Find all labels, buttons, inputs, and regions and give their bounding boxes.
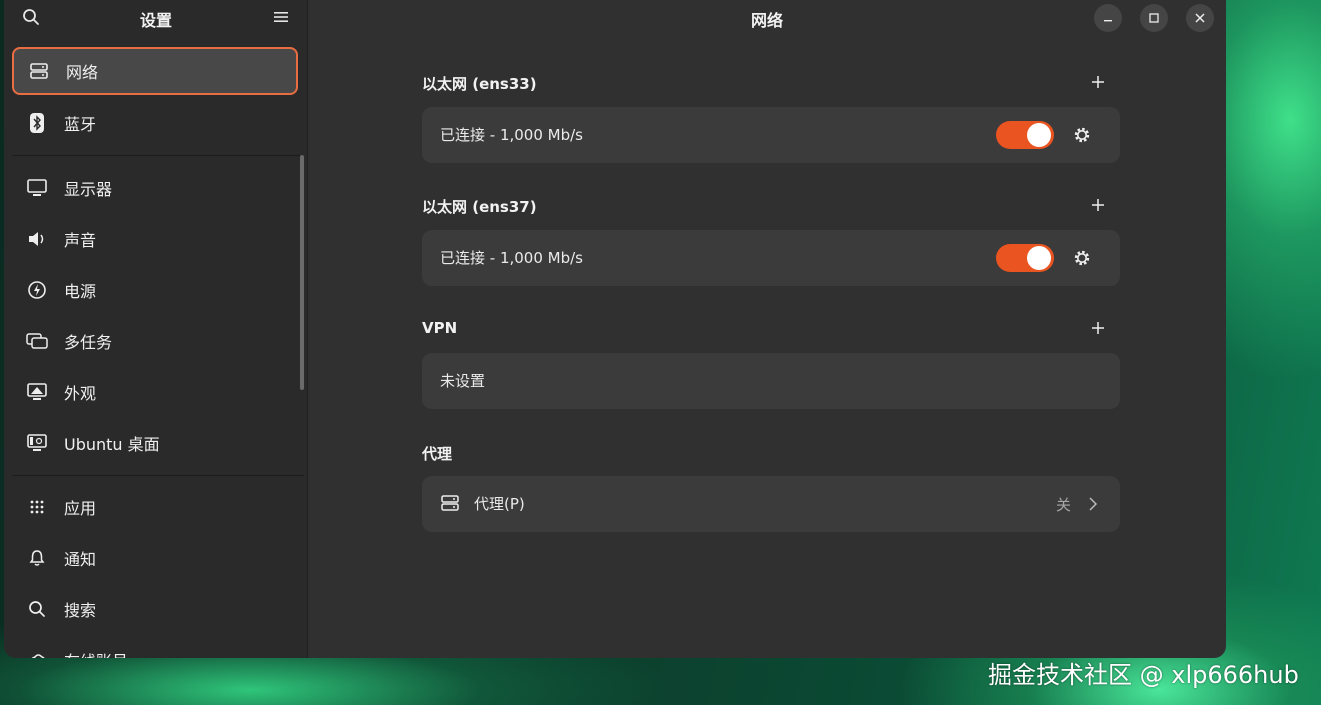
close-icon xyxy=(1195,13,1205,23)
settings-window: 设置 网络 蓝牙 显示器 声音 电源 多任务 外观 Ubuntu 桌面 应用 通… xyxy=(4,0,1226,658)
plus-icon xyxy=(1092,322,1104,334)
minimize-button[interactable] xyxy=(1094,4,1122,32)
proxy-row[interactable]: 代理(P) 关 xyxy=(422,476,1120,532)
connection-status: 已连接 - 1,000 Mb/s xyxy=(440,249,583,267)
bell-icon xyxy=(26,547,48,569)
sidebar-item-search[interactable]: 搜索 xyxy=(12,585,298,633)
sidebar-title: 设置 xyxy=(139,11,172,30)
search-icon xyxy=(26,598,48,620)
add-vpn-button[interactable] xyxy=(1086,316,1110,340)
bluetooth-icon xyxy=(26,112,48,134)
power-icon xyxy=(26,279,48,301)
ubuntu-desktop-icon xyxy=(26,432,48,454)
ethernet-ens33-toggle[interactable] xyxy=(996,121,1054,149)
sidebar-item-appearance[interactable]: 外观 xyxy=(12,368,298,416)
sidebar-item-bluetooth[interactable]: 蓝牙 xyxy=(12,99,298,147)
ethernet-ens33-row: 已连接 - 1,000 Mb/s xyxy=(422,107,1120,163)
toggle-knob xyxy=(1027,246,1051,270)
sidebar-item-notifications[interactable]: 通知 xyxy=(12,534,298,582)
sidebar-item-label: 通知 xyxy=(64,550,97,569)
ethernet-ens37-row: 已连接 - 1,000 Mb/s xyxy=(422,230,1120,286)
add-ethernet-ens33-button[interactable] xyxy=(1086,70,1110,94)
online-accounts-icon xyxy=(26,649,48,658)
network-icon xyxy=(440,493,460,513)
minimize-icon xyxy=(1104,20,1112,22)
sidebar-item-label: 搜索 xyxy=(64,601,97,620)
sidebar-item-sound[interactable]: 声音 xyxy=(12,215,298,263)
plus-icon xyxy=(1092,76,1104,88)
network-icon xyxy=(28,60,50,82)
section-title-ethernet-ens33: 以太网 (ens33) xyxy=(422,75,537,93)
sidebar-item-display[interactable]: 显示器 xyxy=(12,164,298,212)
sidebar-item-label: 多任务 xyxy=(64,333,113,352)
close-button[interactable] xyxy=(1186,4,1214,32)
ethernet-ens37-toggle[interactable] xyxy=(996,244,1054,272)
sidebar-item-label: 网络 xyxy=(66,63,99,82)
sidebar-item-label: 显示器 xyxy=(64,180,113,199)
sidebar-item-network[interactable]: 网络 xyxy=(12,47,298,95)
sidebar-item-label: 在线账号 xyxy=(64,648,128,658)
watermark: 掘金技术社区 @ xlp666hub xyxy=(988,661,1299,689)
sidebar-item-ubuntu-desktop[interactable]: Ubuntu 桌面 xyxy=(12,419,298,467)
plus-icon xyxy=(1092,199,1104,211)
maximize-icon xyxy=(1149,13,1159,23)
sidebar-item-online-accounts[interactable]: 在线账号 xyxy=(12,636,298,658)
display-icon xyxy=(26,177,48,199)
sidebar-item-label: Ubuntu 桌面 xyxy=(64,435,160,454)
sidebar-header: 设置 xyxy=(4,0,308,36)
gear-icon[interactable] xyxy=(1070,246,1094,270)
section-title-ethernet-ens37: 以太网 (ens37) xyxy=(422,198,537,216)
sidebar-item-label: 蓝牙 xyxy=(64,115,97,134)
toggle-knob xyxy=(1027,123,1051,147)
main-panel: 网络 以太网 (ens33) 已连接 - 1,000 Mb/s 以太网 (ens… xyxy=(308,0,1226,658)
vpn-row: 未设置 xyxy=(422,353,1120,409)
add-ethernet-ens37-button[interactable] xyxy=(1086,193,1110,217)
sidebar-item-label: 电源 xyxy=(64,282,97,301)
sidebar-item-label: 声音 xyxy=(64,231,97,250)
sidebar: 设置 网络 蓝牙 显示器 声音 电源 多任务 外观 Ubuntu 桌面 应用 通… xyxy=(4,0,308,658)
sidebar-divider xyxy=(12,155,304,156)
vpn-status: 未设置 xyxy=(440,372,486,390)
sound-icon xyxy=(26,228,48,250)
section-title-proxy: 代理 xyxy=(422,445,453,463)
page-title: 网络 xyxy=(750,11,783,30)
chevron-right-icon xyxy=(1086,494,1100,514)
connection-status: 已连接 - 1,000 Mb/s xyxy=(440,126,583,144)
apps-icon xyxy=(26,496,48,518)
gear-icon[interactable] xyxy=(1070,123,1094,147)
proxy-status: 关 xyxy=(1056,496,1072,514)
maximize-button[interactable] xyxy=(1140,4,1168,32)
multitasking-icon xyxy=(26,330,48,352)
sidebar-item-label: 应用 xyxy=(64,499,97,518)
hamburger-menu-icon[interactable] xyxy=(270,6,292,28)
sidebar-divider xyxy=(12,475,304,476)
sidebar-item-label: 外观 xyxy=(64,384,97,403)
sidebar-item-power[interactable]: 电源 xyxy=(12,266,298,314)
proxy-label: 代理(P) xyxy=(474,495,525,513)
sidebar-item-multitasking[interactable]: 多任务 xyxy=(12,317,298,365)
appearance-icon xyxy=(26,381,48,403)
sidebar-scrollbar[interactable] xyxy=(300,155,304,390)
section-title-vpn: VPN xyxy=(422,319,458,337)
sidebar-item-apps[interactable]: 应用 xyxy=(12,483,298,531)
